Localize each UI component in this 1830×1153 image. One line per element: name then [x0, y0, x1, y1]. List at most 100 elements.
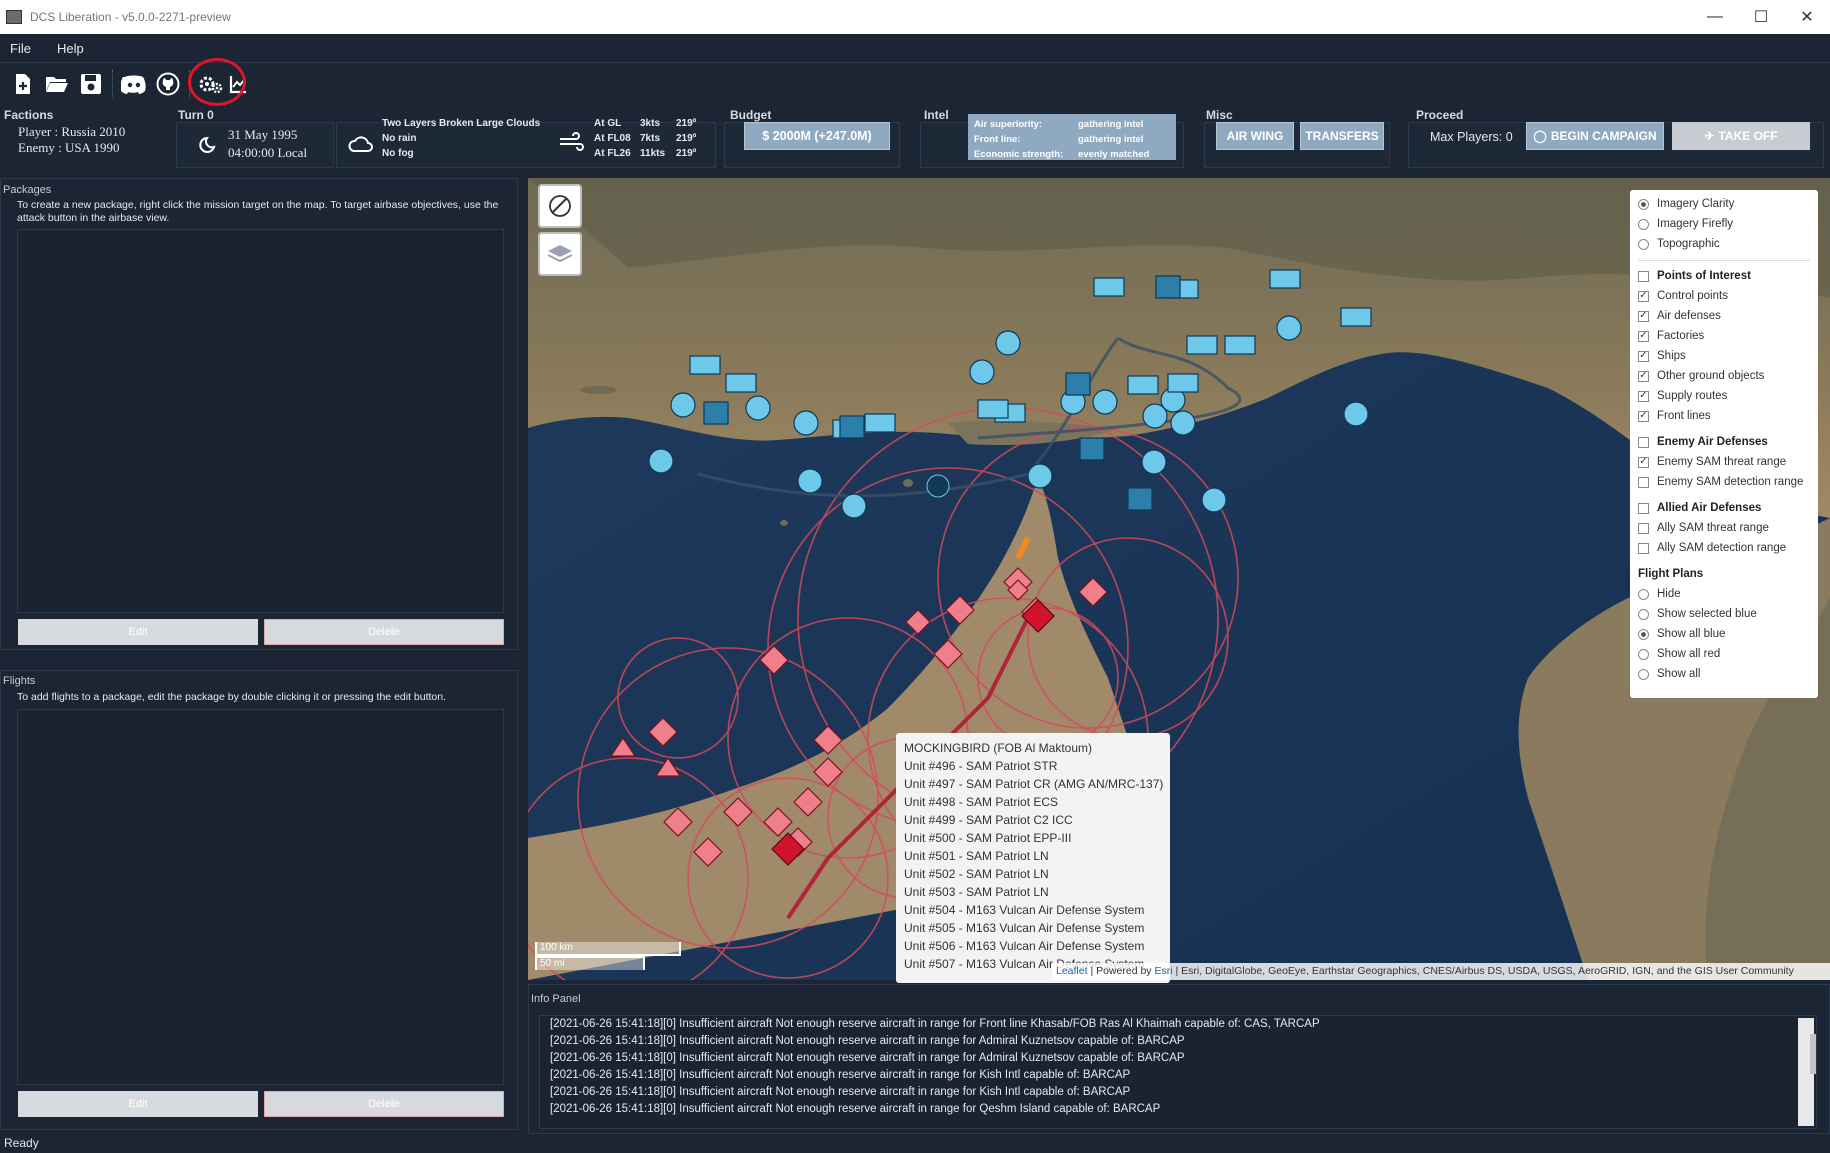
layer-label: Other ground objects	[1657, 370, 1765, 382]
tooltip-unit: Unit #504 - M163 Vulcan Air Defense Syst…	[904, 903, 1145, 917]
layers-button[interactable]	[538, 232, 582, 276]
layer-label: Air defenses	[1657, 310, 1721, 322]
toggle-enemy-sam-detection[interactable]: Enemy SAM detection range	[1638, 476, 1803, 488]
app-icon	[6, 10, 22, 24]
toggle-ally-sam-threat[interactable]: Ally SAM threat range	[1638, 522, 1769, 534]
packages-panel: Packages To create a new package, right …	[0, 178, 518, 650]
toggle-enemy-sam-threat[interactable]: ✓ Enemy SAM threat range	[1638, 456, 1786, 468]
toggle-enemy-air-defenses[interactable]: Enemy Air Defenses	[1638, 436, 1768, 448]
map-attribution: Leaflet | Powered by Esri | Esri, Digita…	[1052, 963, 1830, 980]
begin-icon: ◯	[1533, 129, 1547, 143]
enemy-faction: USA 1990	[64, 140, 120, 155]
toggle-points-of-interest[interactable]: Points of Interest	[1638, 270, 1751, 282]
budget-button[interactable]: $ 2000M (+247.0M)	[744, 122, 890, 150]
toggle-ally-sam-detection[interactable]: Ally SAM detection range	[1638, 542, 1786, 554]
maximize-button[interactable]: ☐	[1738, 0, 1784, 34]
intel-air-label: Air superiority:	[974, 119, 1043, 130]
info-log[interactable]: [2021-06-26 15:41:18][0] Insufficient ai…	[539, 1015, 1817, 1129]
package-edit-button[interactable]: Edit	[18, 619, 258, 645]
open-folder-icon[interactable]	[40, 67, 74, 101]
toggle-air-defenses[interactable]: ✓ Air defenses	[1638, 310, 1721, 322]
max-players-value: 0	[1505, 130, 1513, 144]
checkbox-icon	[1638, 502, 1649, 514]
package-delete-button[interactable]: Delete	[264, 619, 504, 645]
toggle-supply-routes[interactable]: ✓ Supply routes	[1638, 390, 1727, 402]
transfers-button[interactable]: TRANSFERS	[1300, 122, 1384, 150]
flight-delete-button[interactable]: Delete	[264, 1091, 504, 1117]
toggle-front-lines[interactable]: ✓ Front lines	[1638, 410, 1711, 422]
tooltip-title: MOCKINGBIRD (FOB Al Maktoum)	[904, 741, 1093, 755]
log-entry: [2021-06-26 15:41:18][0] Insufficient ai…	[550, 1069, 1131, 1081]
checkbox-checked-icon: ✓	[1638, 370, 1649, 382]
log-entry: [2021-06-26 15:41:18][0] Insufficient ai…	[550, 1103, 1161, 1115]
leaflet-link[interactable]: Leaflet	[1056, 965, 1088, 977]
checkbox-checked-icon: ✓	[1638, 390, 1649, 402]
wind-alt: At FL08	[594, 133, 631, 144]
toggle-factories[interactable]: ✓ Factories	[1638, 330, 1704, 342]
layer-label: Control points	[1657, 290, 1728, 302]
menu-file[interactable]: File	[10, 41, 31, 56]
esri-link[interactable]: Esri	[1154, 965, 1172, 977]
radio-icon	[1638, 668, 1649, 680]
checkbox-checked-icon: ✓	[1638, 456, 1649, 468]
flight-plans-show-all-red[interactable]: Show all red	[1638, 648, 1720, 660]
tooltip-unit: Unit #505 - M163 Vulcan Air Defense Syst…	[904, 921, 1145, 935]
intel-front-label: Front line:	[974, 134, 1021, 145]
github-icon[interactable]	[151, 67, 185, 101]
toggle-other-ground-objects[interactable]: ✓ Other ground objects	[1638, 370, 1764, 382]
layer-label: Enemy SAM threat range	[1657, 456, 1787, 468]
log-scrollbar[interactable]: ▲ ▼	[1798, 1018, 1816, 1126]
layer-label: Imagery Clarity	[1657, 198, 1735, 210]
layer-label: Front lines	[1657, 410, 1711, 422]
packages-list[interactable]	[17, 229, 504, 613]
begin-campaign-button[interactable]: ◯ BEGIN CAMPAIGN	[1526, 122, 1664, 150]
begin-campaign-label: BEGIN CAMPAIGN	[1550, 129, 1657, 143]
radio-icon	[1638, 588, 1649, 600]
discord-icon[interactable]	[117, 67, 151, 101]
log-entry: [2021-06-26 15:41:18][0] Insufficient ai…	[550, 1018, 1320, 1030]
flight-plans-hide[interactable]: Hide	[1638, 588, 1681, 600]
scroll-up-icon[interactable]: ▲	[1808, 1018, 1816, 1032]
factions-label: Factions	[4, 108, 54, 122]
packages-label: Packages	[3, 184, 52, 196]
flights-list[interactable]	[17, 709, 504, 1085]
flights-label: Flights	[3, 675, 36, 687]
section-label: Allied Air Defenses	[1657, 502, 1762, 514]
attribution-text: | Esri, DigitalGlobe, GeoEye, Earthstar …	[1172, 965, 1794, 977]
flight-plans-show-selected-blue[interactable]: Show selected blue	[1638, 608, 1757, 620]
weather-clouds: Two Layers Broken Large Clouds	[382, 118, 541, 129]
new-file-icon[interactable]	[6, 67, 40, 101]
draw-tool-button[interactable]	[538, 184, 582, 228]
checkbox-checked-icon: ✓	[1638, 350, 1649, 362]
toggle-control-points[interactable]: ✓ Control points	[1638, 290, 1728, 302]
save-icon[interactable]	[74, 67, 108, 101]
layer-imagery-clarity[interactable]: Imagery Clarity	[1638, 198, 1734, 210]
flight-plans-show-all[interactable]: Show all	[1638, 668, 1700, 680]
intel-air-value: gathering intel	[1078, 119, 1144, 130]
layer-topographic[interactable]: Topographic	[1638, 238, 1720, 250]
layer-imagery-firefly[interactable]: Imagery Firefly	[1638, 218, 1733, 230]
take-off-button[interactable]: ✈ TAKE OFF	[1672, 122, 1810, 150]
scroll-thumb[interactable]	[1810, 1034, 1816, 1074]
flight-plans-heading: Flight Plans	[1638, 568, 1704, 580]
toggle-ships[interactable]: ✓ Ships	[1638, 350, 1686, 362]
turn-date: 31 May 1995	[228, 127, 298, 142]
flight-plans-show-all-blue[interactable]: Show all blue	[1638, 628, 1725, 640]
toolbar	[0, 62, 1830, 104]
minimize-button[interactable]: —	[1692, 0, 1738, 34]
air-wing-button[interactable]: AIR WING	[1216, 122, 1294, 150]
layer-label: Hide	[1657, 588, 1681, 600]
layer-label: Enemy SAM detection range	[1657, 476, 1804, 488]
toggle-allied-air-defenses[interactable]: Allied Air Defenses	[1638, 502, 1761, 514]
budget-group: Budget $ 2000M (+247.0M)	[724, 104, 900, 170]
close-button[interactable]: ✕	[1784, 0, 1830, 34]
player-label: Player :	[18, 124, 62, 139]
layer-label: Imagery Firefly	[1657, 218, 1734, 230]
flight-edit-button[interactable]: Edit	[18, 1091, 258, 1117]
menu-help[interactable]: Help	[57, 41, 84, 56]
layer-label: Topographic	[1657, 238, 1720, 250]
scroll-down-icon[interactable]: ▼	[1808, 1112, 1816, 1126]
radio-icon	[1638, 648, 1649, 660]
checkbox-checked-icon: ✓	[1638, 310, 1649, 322]
wind-icon	[560, 132, 584, 151]
